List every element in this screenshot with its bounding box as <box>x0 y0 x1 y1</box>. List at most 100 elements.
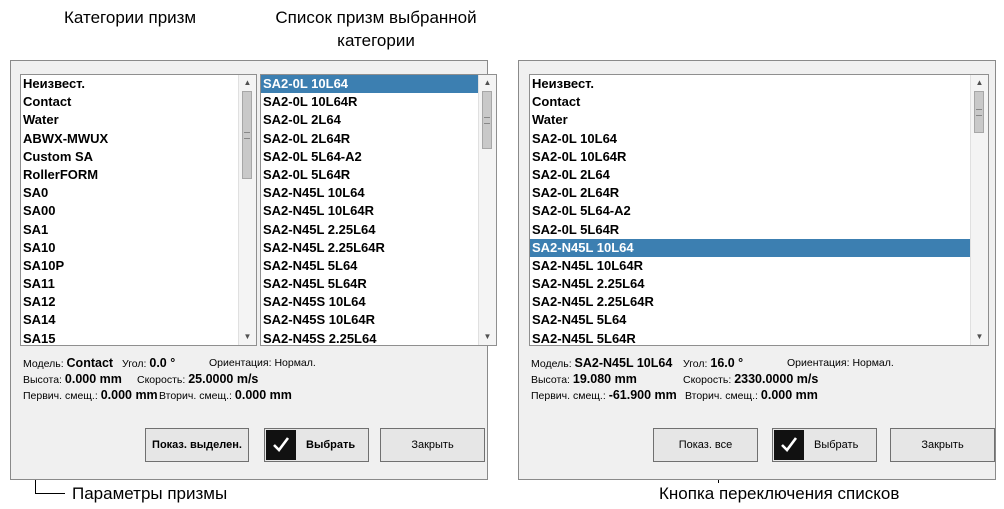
wedge-list-item[interactable]: Water <box>530 111 971 129</box>
wedge-list-item[interactable]: SA2-0L 5L64R <box>261 166 479 184</box>
wedge-list-item[interactable]: SA2-N45L 10L64 <box>530 238 971 257</box>
wedge-list-item[interactable]: Contact <box>530 93 971 111</box>
category-list-items: Неизвест. Contact Water ABWX-MWUX Custom SA R… <box>21 75 239 345</box>
wedge-list-item[interactable]: SA2-0L 2L64 <box>530 166 971 184</box>
wedge-listbox[interactable]: SA2-0L 10L64 SA2-0L 10L64R SA2-0L 2L64 SA2-… <box>260 74 497 346</box>
select-button-label: Выбрать <box>306 439 356 451</box>
combined-listbox[interactable]: Неизвест. Contact Water SA2-0L 10L64 SA2-0L … <box>529 74 989 346</box>
wedge-list-item[interactable]: SA2-0L 2L64R <box>261 130 479 148</box>
model-value: SA2-N45L 10L64 <box>574 356 673 370</box>
wedge-list-item[interactable]: SA2-N45L 5L64R <box>530 330 971 345</box>
scroll-thumb[interactable] <box>974 91 984 133</box>
scroll-down-arrow-icon[interactable]: ▼ <box>479 329 496 345</box>
model-value: Contact <box>66 356 114 370</box>
wedge-list-item[interactable]: SA2-0L 10L64 <box>261 75 479 94</box>
category-list-item[interactable]: Water <box>21 111 239 129</box>
orientation-label: Ориентация: <box>209 357 272 369</box>
angle-value: 16.0 ° <box>710 356 744 370</box>
scroll-thumb[interactable] <box>482 91 492 149</box>
wedge-list-item[interactable]: SA2-N45L 2.25L64R <box>530 293 971 311</box>
wedge-list-item[interactable]: SA2-N45L 5L64R <box>261 275 479 293</box>
select-button[interactable]: Выбрать <box>772 428 877 462</box>
scroll-thumb[interactable] <box>242 91 252 179</box>
category-listbox[interactable]: Неизвест. Contact Water ABWX-MWUX Custom SA R… <box>20 74 257 346</box>
category-list-item[interactable]: RollerFORM <box>21 166 239 184</box>
wedge-list-item[interactable]: SA2-N45L 10L64R <box>530 257 971 275</box>
callout-params: Параметры призмы <box>72 484 228 503</box>
category-list-item[interactable]: Custom SA <box>21 148 239 166</box>
model-label: Модель: <box>23 358 64 370</box>
scroll-up-arrow-icon[interactable]: ▲ <box>971 75 988 91</box>
wedge-list-items: SA2-0L 10L64 SA2-0L 10L64R SA2-0L 2L64 SA2-… <box>261 75 479 345</box>
wedge-list-item[interactable]: SA2-N45L 5L64 <box>261 257 479 275</box>
wedge-list-item[interactable]: SA2-0L 5L64-A2 <box>261 148 479 166</box>
wedge-list-item[interactable]: SA2-0L 10L64 <box>530 130 971 148</box>
speed-label: Скорость: <box>137 374 186 386</box>
angle-label: Угол: <box>122 358 147 370</box>
wedge-list-item[interactable]: SA2-N45L 5L64 <box>530 311 971 329</box>
category-list-item[interactable]: SA14 <box>21 311 239 329</box>
select-button[interactable]: Выбрать <box>264 428 369 462</box>
orientation-label: Ориентация: <box>787 357 850 369</box>
scroll-down-arrow-icon[interactable]: ▼ <box>239 329 256 345</box>
angle-value: 0.0 ° <box>149 356 176 370</box>
wedge-list-item[interactable]: SA2-0L 2L64R <box>530 184 971 202</box>
category-list-item[interactable]: Неизвест. <box>21 75 239 93</box>
wedge-scrollbar[interactable]: ▲ ▼ <box>478 75 496 345</box>
scroll-up-arrow-icon[interactable]: ▲ <box>479 75 496 91</box>
height-value: 19.080 mm <box>572 372 637 386</box>
category-list-item[interactable]: SA11 <box>21 275 239 293</box>
show-selected-button[interactable]: Показ. выделен. <box>145 428 249 462</box>
wedge-list-item[interactable]: SA2-0L 10L64R <box>261 93 479 111</box>
callout-wedge-list-line1: Список призм выбранной <box>275 8 477 27</box>
category-list-item[interactable]: SA10 <box>21 239 239 257</box>
callout-wedge-list-line2: категории <box>337 31 415 50</box>
callout-wedge-list: Список призм выбранной категории <box>256 8 496 51</box>
combined-list-items: Неизвест. Contact Water SA2-0L 10L64 SA2-0L … <box>530 75 971 345</box>
scroll-down-arrow-icon[interactable]: ▼ <box>971 329 988 345</box>
wedge-list-item[interactable]: SA2-N45S 10L64R <box>261 311 479 329</box>
category-scrollbar[interactable]: ▲ ▼ <box>238 75 256 345</box>
close-button[interactable]: Закрыть <box>890 428 995 462</box>
secondary-offset-value: 0.000 mm <box>760 388 818 402</box>
secondary-offset-label: Вторич. смещ.: <box>685 390 758 402</box>
wedge-list-item[interactable]: Неизвест. <box>530 75 971 93</box>
speed-value: 25.0000 m/s <box>188 372 259 386</box>
wedge-dialog-left: Неизвест. Contact Water ABWX-MWUX Custom SA R… <box>10 60 497 480</box>
category-list-item[interactable]: Contact <box>21 93 239 111</box>
primary-offset-label: Первич. смещ.: <box>531 390 606 402</box>
category-list-item[interactable]: ABWX-MWUX <box>21 130 239 148</box>
speed-label: Скорость: <box>683 374 732 386</box>
category-list-item[interactable]: SA1 <box>21 221 239 239</box>
wedge-list-item[interactable]: SA2-0L 10L64R <box>530 148 971 166</box>
show-all-button[interactable]: Показ. все <box>653 428 758 462</box>
wedge-list-item[interactable]: SA2-0L 2L64 <box>261 111 479 129</box>
wedge-list-item[interactable]: SA2-0L 5L64-A2 <box>530 202 971 220</box>
scroll-up-arrow-icon[interactable]: ▲ <box>239 75 256 91</box>
category-list-item[interactable]: SA00 <box>21 202 239 220</box>
primary-offset-label: Первич. смещ.: <box>23 390 98 402</box>
wedge-list-item[interactable]: SA2-0L 5L64R <box>530 221 971 239</box>
category-list-item[interactable]: SA15 <box>21 330 239 345</box>
close-button[interactable]: Закрыть <box>380 428 485 462</box>
orientation-value: Нормал. <box>274 357 316 369</box>
category-list-item[interactable]: SA12 <box>21 293 239 311</box>
primary-offset-value: 0.000 mm <box>100 388 158 402</box>
wedge-list-item[interactable]: SA2-N45S 2.25L64 <box>261 330 479 345</box>
height-value: 0.000 mm <box>64 372 122 386</box>
height-label: Высота: <box>531 374 570 386</box>
wedge-list-item[interactable]: SA2-N45L 2.25L64R <box>261 239 479 257</box>
wedge-list-item[interactable]: SA2-N45L 10L64 <box>261 184 479 202</box>
wedge-list-item[interactable]: SA2-N45S 10L64 <box>261 293 479 311</box>
select-button-label: Выбрать <box>814 439 859 451</box>
category-list-item[interactable]: SA10P <box>21 257 239 275</box>
category-list-item[interactable]: SA0 <box>21 184 239 202</box>
wedge-list-item[interactable]: SA2-N45L 2.25L64 <box>261 221 479 239</box>
orientation-value: Нормал. <box>852 357 894 369</box>
combined-scrollbar[interactable]: ▲ ▼ <box>970 75 988 345</box>
secondary-offset-label: Вторич. смещ.: <box>159 390 232 402</box>
wedge-list-item[interactable]: SA2-N45L 10L64R <box>261 202 479 220</box>
wedge-list-item[interactable]: SA2-N45L 2.25L64 <box>530 275 971 293</box>
callout-categories: Категории призм <box>64 8 197 27</box>
secondary-offset-value: 0.000 mm <box>234 388 292 402</box>
